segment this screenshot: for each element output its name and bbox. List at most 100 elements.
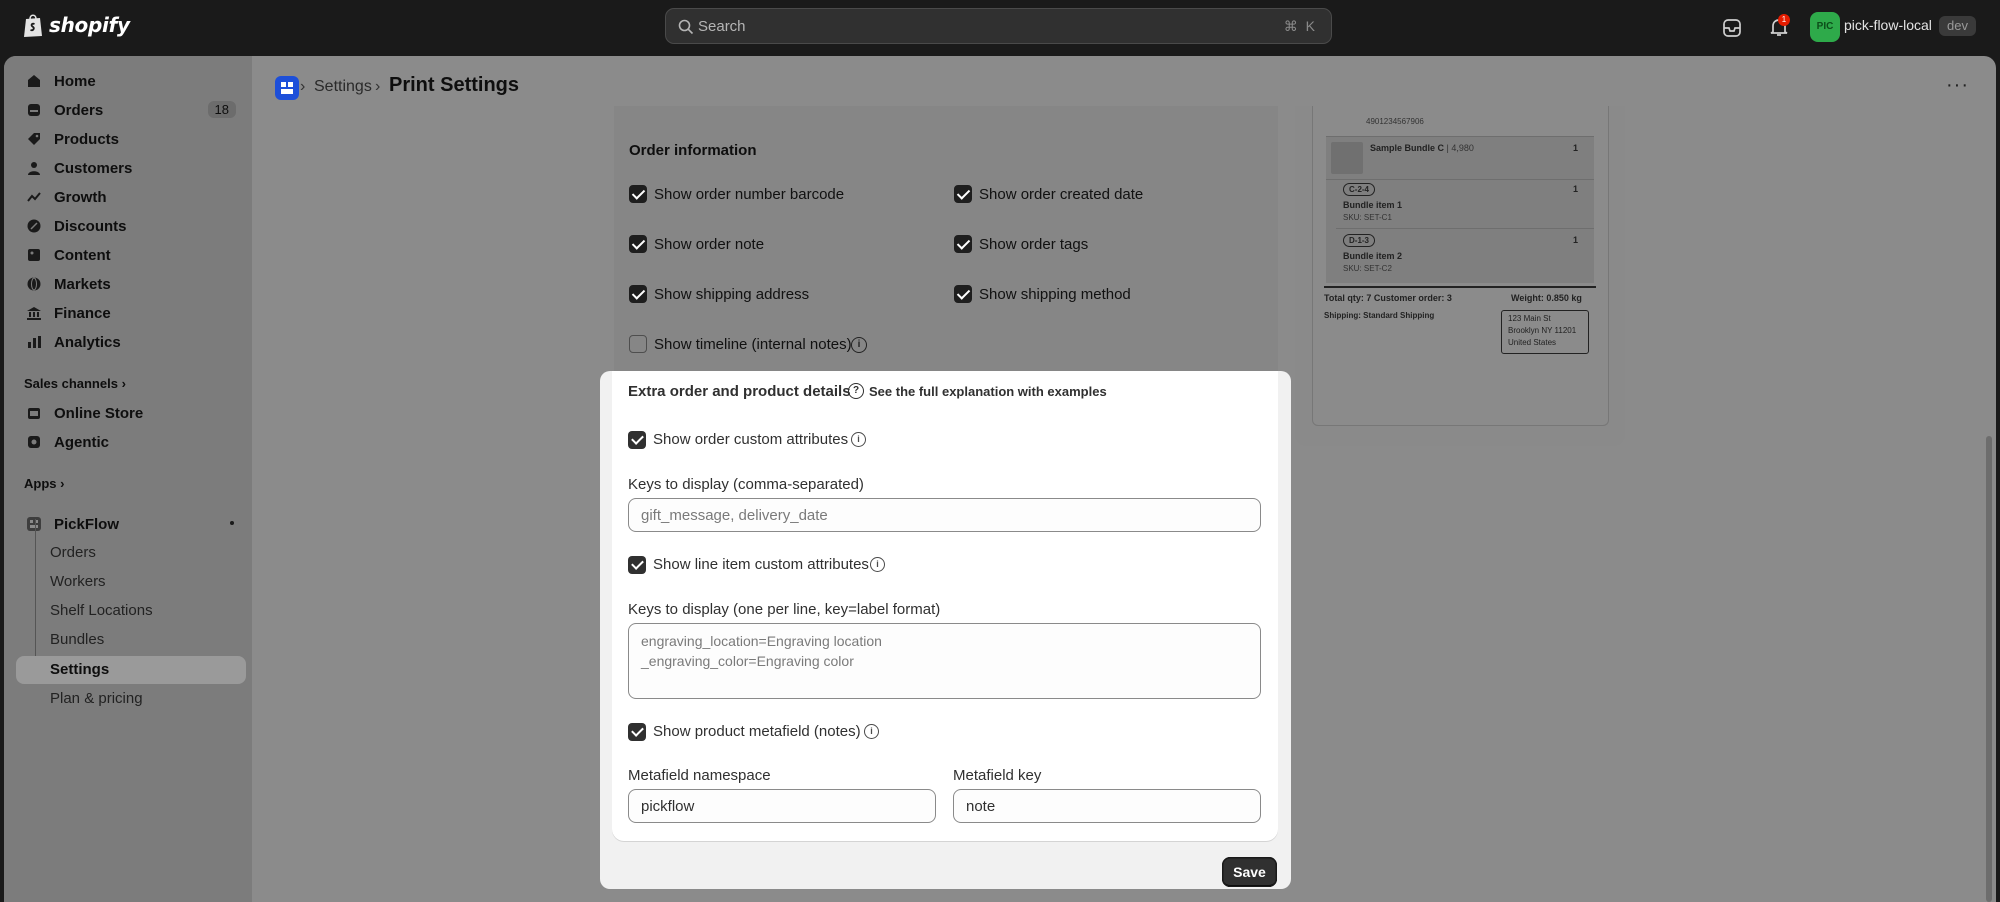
- sidebar-item-growth[interactable]: Growth: [16, 184, 246, 210]
- shopify-bag-icon: [24, 14, 42, 37]
- sales-channels-label: Sales channels: [24, 376, 118, 391]
- sub-item-bundles[interactable]: Bundles: [50, 631, 104, 648]
- sidebar-item-pickflow[interactable]: PickFlow: [16, 511, 246, 537]
- sales-channels-heading[interactable]: Sales channels ›: [24, 376, 126, 391]
- line-item-keys-textarea[interactable]: engraving_location=Engraving location _e…: [628, 623, 1261, 699]
- textarea-line-2: _engraving_color=Engraving color: [641, 653, 854, 669]
- info-icon[interactable]: i: [870, 557, 885, 572]
- metafield-key-label: Metafield key: [953, 767, 1042, 784]
- sidebar-item-orders[interactable]: Orders 18: [16, 97, 246, 123]
- search-shortcut: ⌘ K: [1283, 18, 1317, 34]
- shopify-wordmark: shopify: [49, 13, 130, 37]
- search-bar[interactable]: Search ⌘ K: [665, 8, 1332, 44]
- question-icon: ?: [848, 383, 864, 399]
- label-order-note: Show order note: [654, 236, 765, 253]
- order-attribute-keys-input[interactable]: gift_message, delivery_date: [628, 498, 1261, 532]
- shelf-location-pill: C-2-4: [1343, 183, 1376, 196]
- checkbox-shipping-method[interactable]: [954, 285, 972, 303]
- preview-totals: Total qty: 7 Customer order: 3: [1324, 293, 1452, 303]
- label-order-tags: Show order tags: [979, 236, 1089, 253]
- checkbox-product-metafield[interactable]: [628, 723, 646, 741]
- apps-label: Apps: [24, 476, 57, 491]
- preview-total-rule: [1324, 286, 1596, 288]
- label-order-barcode: Show order number barcode: [654, 186, 845, 203]
- sidebar-item-label: Finance: [54, 304, 111, 322]
- sub-item-plan-pricing[interactable]: Plan & pricing: [50, 690, 143, 707]
- sub-item-shelf-locations[interactable]: Shelf Locations: [50, 602, 153, 619]
- checkbox-order-barcode[interactable]: [629, 185, 647, 203]
- apps-heading[interactable]: Apps ›: [24, 476, 64, 491]
- env-badge: dev: [1939, 16, 1976, 36]
- sidebar-item-label: Growth: [54, 188, 107, 206]
- app-icon[interactable]: [275, 76, 299, 100]
- orders-count-badge: 18: [207, 101, 236, 118]
- label-product-metafield: Show product metafield (notes): [653, 723, 861, 740]
- checkbox-order-custom-attributes[interactable]: [628, 431, 646, 449]
- preview-addr1: 123 Main St: [1508, 314, 1551, 323]
- checkbox-created-date[interactable]: [954, 185, 972, 203]
- preview-item2-name: Bundle item 2: [1343, 251, 1403, 261]
- breadcrumb-settings[interactable]: Settings: [314, 78, 372, 96]
- sidebar-item-agentic[interactable]: Agentic: [16, 429, 246, 455]
- sidebar-item-label: Customers: [54, 159, 133, 177]
- help-link-text: See the full explanation with examples: [869, 383, 1107, 399]
- inbox-icon[interactable]: [1721, 17, 1743, 39]
- discount-icon: [27, 219, 41, 233]
- sidebar-item-label: Content: [54, 246, 111, 264]
- sidebar-item-customers[interactable]: Customers: [16, 155, 246, 181]
- sidebar-item-label: Home: [54, 72, 96, 90]
- sidebar-item-discounts[interactable]: Discounts: [16, 213, 246, 239]
- tag-icon: [28, 133, 40, 145]
- checkbox-order-tags[interactable]: [954, 235, 972, 253]
- pin-dot-icon: [230, 521, 234, 525]
- sidebar-item-analytics[interactable]: Analytics: [16, 329, 246, 355]
- scrollbar[interactable]: [1986, 436, 1992, 902]
- sidebar-item-label: Markets: [54, 275, 111, 293]
- more-actions-icon[interactable]: ···: [1946, 74, 1969, 97]
- preview-item2-sku: SKU: SET-C2: [1343, 264, 1392, 273]
- sidebar-item-home[interactable]: Home: [16, 68, 246, 94]
- shopify-logo[interactable]: shopify: [22, 12, 130, 38]
- help-link[interactable]: ? See the full explanation with examples: [848, 383, 1107, 399]
- sidebar-item-products[interactable]: Products: [16, 126, 246, 152]
- search-icon: [678, 19, 694, 35]
- preview-divider: [1326, 179, 1594, 180]
- person-icon: [28, 162, 40, 175]
- namespace-label: Metafield namespace: [628, 767, 771, 784]
- sidebar-item-label: Products: [54, 130, 120, 148]
- checkbox-timeline[interactable]: [629, 335, 647, 353]
- sidebar-item-online-store[interactable]: Online Store: [16, 400, 246, 426]
- sub-item-settings[interactable]: Settings: [50, 661, 109, 678]
- sidebar-item-content[interactable]: Content: [16, 242, 246, 268]
- preview-addr2: Brooklyn NY 11201: [1508, 326, 1577, 335]
- save-button[interactable]: Save: [1222, 857, 1277, 887]
- sub-item-orders[interactable]: Orders: [50, 544, 96, 561]
- store-name[interactable]: pick-flow-local: [1844, 17, 1932, 33]
- checkbox-shipping-address[interactable]: [629, 285, 647, 303]
- bundle-price-sep: |: [1446, 143, 1449, 153]
- extra-details-title: Extra order and product details: [628, 383, 851, 400]
- metafield-key-input[interactable]: note: [953, 789, 1261, 823]
- bundle-name: Sample Bundle C: [1370, 143, 1445, 153]
- chevron-right-icon: ›: [121, 376, 126, 391]
- globe-icon: [27, 277, 41, 291]
- sidebar-item-finance[interactable]: Finance: [16, 300, 246, 326]
- preview-bundle-rows: [1326, 137, 1594, 283]
- preview-item1-qty: 1: [1573, 184, 1579, 194]
- checkbox-order-note[interactable]: [629, 235, 647, 253]
- sidebar-item-markets[interactable]: Markets: [16, 271, 246, 297]
- preview-item2-qty: 1: [1573, 235, 1579, 245]
- tree-connector: [35, 519, 45, 671]
- sidebar-item-label: Agentic: [54, 433, 110, 451]
- info-icon[interactable]: i: [864, 724, 879, 739]
- checkbox-line-item-attributes[interactable]: [628, 556, 646, 574]
- sidebar-item-label: Online Store: [54, 404, 144, 422]
- info-icon[interactable]: i: [851, 337, 867, 353]
- metafield-namespace-input[interactable]: pickflow: [628, 789, 936, 823]
- keys-label: Keys to display (comma-separated): [628, 476, 864, 493]
- avatar[interactable]: PIC: [1810, 12, 1840, 42]
- info-icon[interactable]: i: [851, 432, 866, 447]
- sidebar-item-label: Discounts: [54, 217, 127, 235]
- chevron-right-icon: ›: [300, 78, 306, 95]
- sub-item-workers[interactable]: Workers: [50, 573, 106, 590]
